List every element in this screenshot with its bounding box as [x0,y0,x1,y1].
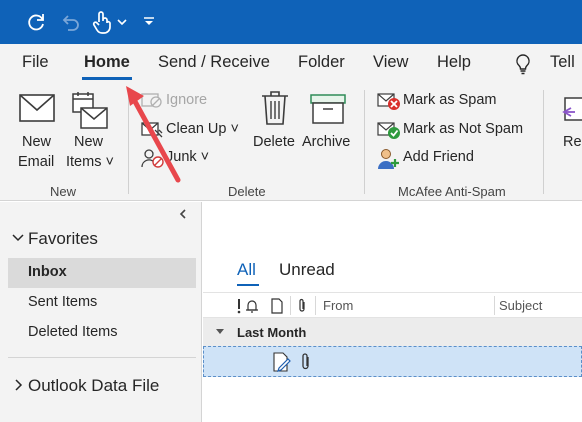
collapse-pane-icon[interactable] [178,208,188,220]
message-list: All Unread From Subject Last Month [203,202,582,422]
column-separator[interactable] [315,296,316,315]
filter-all[interactable]: All [237,260,256,280]
chevron-down-icon[interactable] [113,8,131,36]
chevron-down-icon[interactable] [215,328,225,336]
edit-icon [273,352,291,372]
not-spam-icon [377,120,401,140]
tab-home[interactable]: Home [84,53,130,72]
folder-deleted-items[interactable]: Deleted Items [28,324,117,340]
column-subject[interactable]: Subject [499,298,542,313]
chevron-down-icon[interactable] [12,233,24,243]
reminder-column-icon[interactable] [245,298,259,314]
customize-qat-icon[interactable] [138,8,160,36]
ribbon-home: New Email New Items ˅ New Ignore Clean U… [0,84,582,201]
tab-file[interactable]: File [22,53,49,72]
archive-icon [310,93,346,125]
group-header-row[interactable]: Last Month [203,318,582,346]
active-filter-indicator [237,284,259,286]
group-separator [543,90,544,194]
add-friend-icon [377,148,401,170]
item-type-column-icon[interactable] [271,298,283,314]
outlook-data-file[interactable]: Outlook Data File [28,376,159,396]
envelope-icon [19,94,55,122]
group-separator [364,90,365,194]
tab-help[interactable]: Help [437,53,471,72]
chevron-right-icon[interactable] [14,379,24,391]
folder-pane: Favorites Inbox Sent Items Deleted Items… [0,202,202,422]
column-from[interactable]: From [323,298,353,313]
group-label-delete: Delete [228,184,266,199]
favorites-header[interactable]: Favorites [28,229,98,249]
filter-unread[interactable]: Unread [279,260,335,280]
title-bar [0,0,582,44]
group-header-label: Last Month [237,325,307,340]
tab-view[interactable]: View [373,53,408,72]
outlook-window: File Home Send / Receive Folder View Hel… [0,0,582,422]
attachment-column-icon[interactable] [297,298,307,314]
tab-send-receive[interactable]: Send / Receive [158,53,270,72]
list-item[interactable] [203,346,582,377]
column-separator[interactable] [494,296,495,315]
new-items-icon [71,90,109,130]
folder-inbox[interactable]: Inbox [28,264,67,280]
folder-sent-items[interactable]: Sent Items [28,294,97,310]
annotation-arrow [126,86,181,183]
group-label-mcafee: McAfee Anti-Spam [398,184,506,199]
touch-mode-icon[interactable] [88,8,116,36]
column-separator[interactable] [290,296,291,315]
importance-column-icon[interactable] [236,298,242,314]
attachment-icon [300,352,312,372]
refresh-icon[interactable] [22,8,50,36]
ribbon-tabs: File Home Send / Receive Folder View Hel… [0,44,582,84]
trash-icon [260,90,290,126]
spam-icon [377,91,401,111]
tell-me-search[interactable]: Tell [550,53,575,72]
lightbulb-icon[interactable] [514,53,532,75]
reply-icon [561,96,582,122]
tab-folder[interactable]: Folder [298,53,345,72]
undo-icon[interactable] [56,8,84,36]
group-label-new: New [50,184,77,199]
divider [8,357,196,358]
column-header-row: From Subject [203,292,582,318]
